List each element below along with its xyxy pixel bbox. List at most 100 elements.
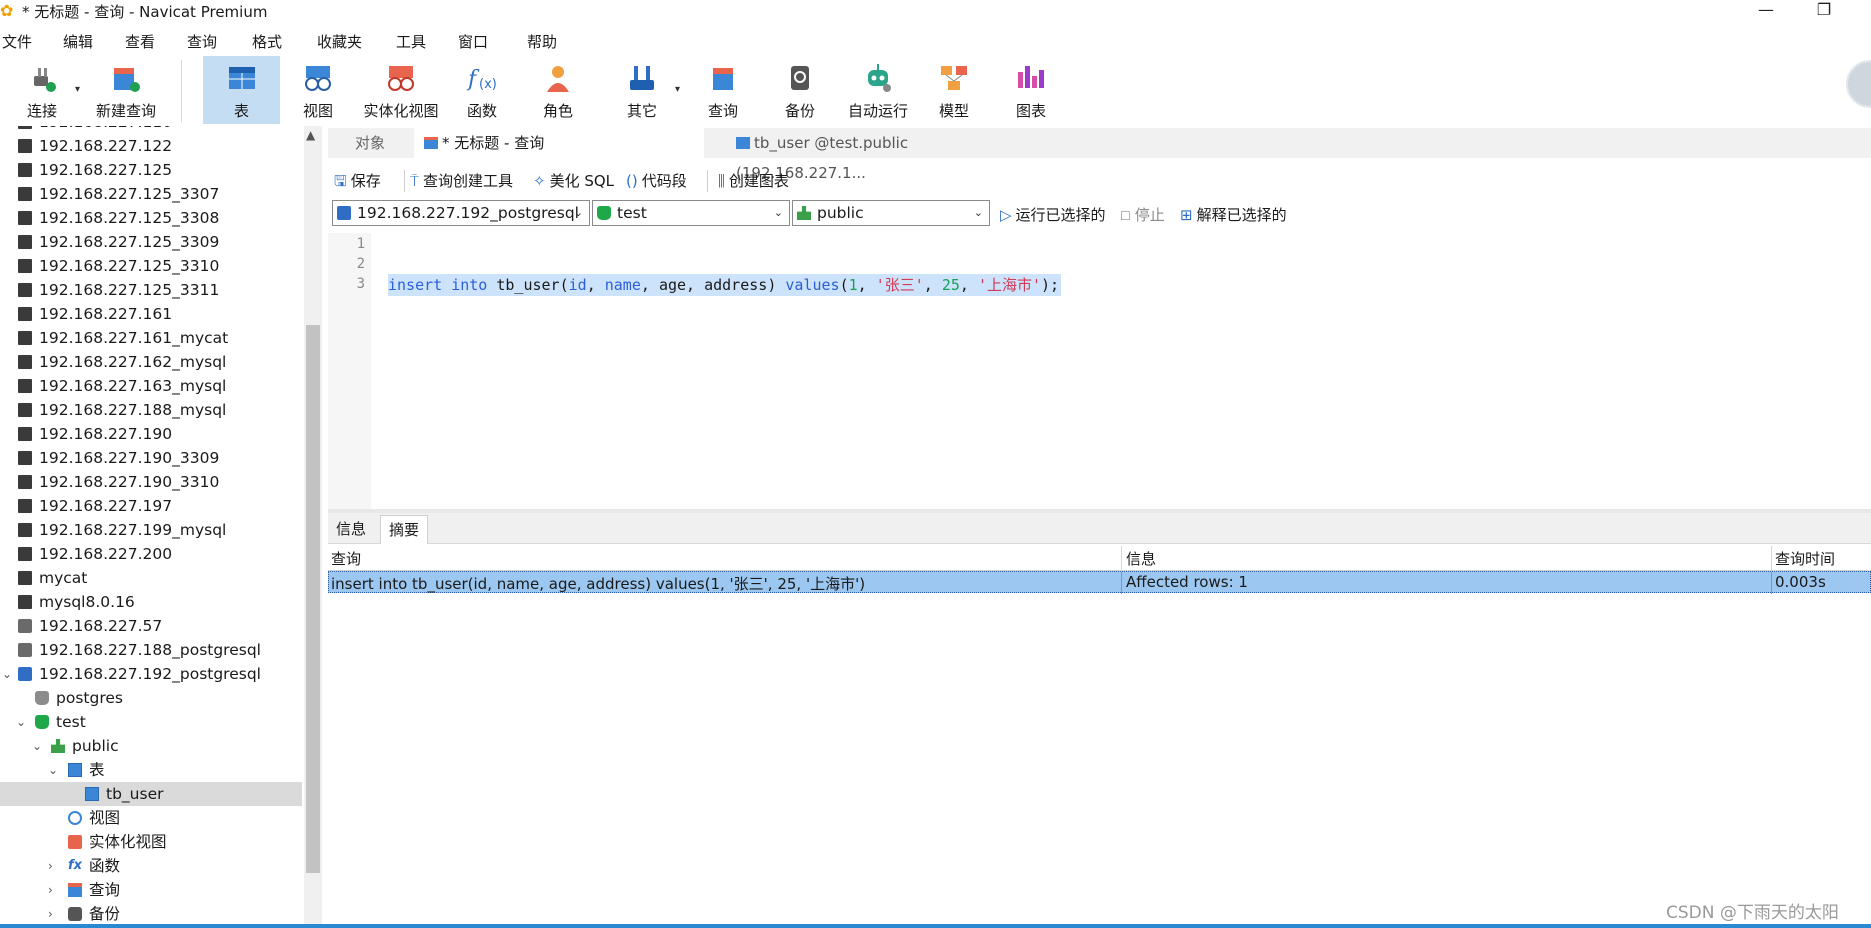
tab-info[interactable]: 信息 xyxy=(328,515,374,543)
tree-item-connection-open[interactable]: ⌄ 192.168.227.192_postgresql xyxy=(0,662,302,686)
chevron-down-icon[interactable]: ⌄ xyxy=(48,758,58,782)
scroll-up-icon[interactable]: ▲ xyxy=(306,128,315,142)
chevron-right-icon[interactable]: › xyxy=(48,878,53,902)
menu-format[interactable]: 格式 xyxy=(252,31,282,52)
other-button[interactable]: 其它 xyxy=(620,56,664,124)
tab-tb-user[interactable]: tb_user @test.public (192.168.227.1... xyxy=(724,128,1042,182)
tree-item-backups-folder[interactable]: › 备份 xyxy=(0,902,302,926)
query-builder-button[interactable]: ⍑ 查询创建工具 xyxy=(410,170,513,191)
tree-item-mviews-folder[interactable]: 实体化视图 xyxy=(0,830,302,854)
grid-cell[interactable]: Affected rows: 1 xyxy=(1126,573,1248,591)
code-snippet-button[interactable]: () 代码段 xyxy=(626,170,687,191)
auto-run-button[interactable]: 自动运行 xyxy=(846,56,910,124)
save-button[interactable]: 🖫 保存 xyxy=(334,170,381,196)
menu-favorites[interactable]: 收藏夹 xyxy=(317,31,362,52)
role-button[interactable]: 角色 xyxy=(536,56,580,124)
tree-item-connection[interactable]: 192.168.227.163_mysql xyxy=(0,374,302,398)
menu-edit[interactable]: 编辑 xyxy=(63,31,93,52)
schema-select[interactable]: public ⌄ xyxy=(792,200,990,226)
menu-query[interactable]: 查询 xyxy=(187,31,217,52)
column-header[interactable]: 查询 xyxy=(331,548,361,569)
tree-item-connection[interactable]: 192.168.227.125_3308 xyxy=(0,206,302,230)
model-button[interactable]: 模型 xyxy=(932,56,976,124)
function-button[interactable]: f (x) 函数 xyxy=(460,56,504,124)
tab-summary[interactable]: 摘要 xyxy=(380,515,429,544)
tree-item-connection[interactable]: 192.168.227.161_mycat xyxy=(0,326,302,350)
table-button[interactable]: 表 xyxy=(203,56,280,124)
backup-button[interactable]: 备份 xyxy=(778,56,822,124)
tree-item-functions-folder[interactable]: › fx 函数 xyxy=(0,854,302,878)
menu-view[interactable]: 查看 xyxy=(125,31,155,52)
explain-selected-button[interactable]: ⊞ 解释已选择的 xyxy=(1180,204,1287,225)
chevron-right-icon[interactable]: › xyxy=(48,854,53,878)
connect-dropdown-icon[interactable]: ▾ xyxy=(75,84,80,95)
tree-item-connection[interactable]: mycat xyxy=(0,566,302,590)
tree-item-connection[interactable]: 192.168.227.199_mysql xyxy=(0,518,302,542)
tree-item-connection[interactable]: 192.168.227.57 xyxy=(0,614,302,638)
tree-item-schema[interactable]: ⌄ public xyxy=(0,734,302,758)
query-button[interactable]: 查询 xyxy=(701,56,745,124)
other-dropdown-icon[interactable]: ▾ xyxy=(675,84,680,95)
sql-editor[interactable]: 1 2 3 insert into tb_user(id, name, age,… xyxy=(328,233,1871,509)
menu-help[interactable]: 帮助 xyxy=(527,31,557,52)
tree-item-connection[interactable]: mysql8.0.16 xyxy=(0,590,302,614)
connect-button[interactable]: 连接 xyxy=(14,56,70,124)
result-grid: 查询 信息 查询时间 insert into tb_user(id, name,… xyxy=(328,546,1871,928)
grid-cell[interactable]: 0.003s xyxy=(1775,573,1826,591)
menu-tools[interactable]: 工具 xyxy=(396,31,426,52)
menu-window[interactable]: 窗口 xyxy=(458,31,488,52)
tree-item-database-open[interactable]: ⌄ test xyxy=(0,710,302,734)
run-selected-button[interactable]: ▷ 运行已选择的 xyxy=(1000,204,1106,225)
connection-select[interactable]: 192.168.227.192_postgresql ⌄ xyxy=(332,200,590,226)
tab-objects[interactable]: 对象 xyxy=(328,128,412,158)
tree-item-connection[interactable]: 192.168.227.188_mysql xyxy=(0,398,302,422)
column-header[interactable]: 查询时间 xyxy=(1775,548,1835,569)
new-query-button[interactable]: 新建查询 xyxy=(90,56,162,124)
beautify-sql-button[interactable]: ✧ 美化 SQL xyxy=(533,170,614,191)
restore-button[interactable]: ❐ xyxy=(1804,0,1844,22)
tree-item-connection[interactable]: 192.168.227.162_mysql xyxy=(0,350,302,374)
column-divider[interactable] xyxy=(1771,546,1772,570)
tree-item-connection[interactable]: 192.168.227.188_postgresql xyxy=(0,638,302,662)
tree-item-connection[interactable]: 192.168.227.200 xyxy=(0,542,302,566)
chevron-down-icon[interactable]: ⌄ xyxy=(2,662,12,686)
table-row[interactable]: insert into tb_user(id, name, age, addre… xyxy=(328,571,1871,594)
postgresql-icon xyxy=(18,643,32,657)
sql-code-line[interactable]: insert into tb_user(id, name, age, addre… xyxy=(388,274,1062,296)
tree-item-connection[interactable]: 192.168.227.122 xyxy=(0,134,302,158)
tree-item-connection[interactable]: 192.168.227.125_3310 xyxy=(0,254,302,278)
chevron-right-icon[interactable]: › xyxy=(48,902,53,926)
tree-item-table[interactable]: tb_user xyxy=(0,782,302,806)
tree-item-views-folder[interactable]: 视图 xyxy=(0,806,302,830)
chevron-down-icon[interactable]: ⌄ xyxy=(32,734,42,758)
create-chart-button[interactable]: ⫼ 创建图表 xyxy=(718,170,789,191)
menu-file[interactable]: 文件 xyxy=(2,31,32,52)
chevron-down-icon[interactable]: ⌄ xyxy=(16,710,26,734)
tree-item-connection[interactable]: 192.168.227.125 xyxy=(0,158,302,182)
tree-item-tables-folder[interactable]: ⌄ 表 xyxy=(0,758,302,782)
materialized-view-button[interactable]: 实体化视图 xyxy=(360,56,442,124)
stop-button[interactable]: ☐ 停止 xyxy=(1120,204,1165,225)
connection-icon xyxy=(18,331,32,345)
tree-item-connection[interactable]: 192.168.227.125_3309 xyxy=(0,230,302,254)
grid-cell[interactable]: insert into tb_user(id, name, age, addre… xyxy=(331,573,865,594)
tree-item-connection[interactable]: 192.168.227.161 xyxy=(0,302,302,326)
tree-item-connection[interactable]: 192.168.227.190 xyxy=(0,422,302,446)
sidebar-scrollbar-thumb[interactable] xyxy=(306,325,320,873)
tree-item-connection[interactable]: 192.168.227.197 xyxy=(0,494,302,518)
minimize-button[interactable]: — xyxy=(1746,0,1786,22)
tree-item-connection[interactable]: 192.168.227.125_3311 xyxy=(0,278,302,302)
tree-item-queries-folder[interactable]: › 查询 xyxy=(0,878,302,902)
column-divider[interactable] xyxy=(1121,546,1122,570)
chart-button[interactable]: 图表 xyxy=(1009,56,1053,124)
tab-untitled-query[interactable]: * 无标题 - 查询 xyxy=(414,128,704,158)
database-icon xyxy=(597,206,611,220)
tree-item-connection[interactable]: 192.168.227.190_3310 xyxy=(0,470,302,494)
tree-item-connection[interactable]: 192.168.227.190_3309 xyxy=(0,446,302,470)
column-header[interactable]: 信息 xyxy=(1126,548,1156,569)
database-select[interactable]: test ⌄ xyxy=(592,200,790,226)
tree-item-connection[interactable]: 192.168.227.125_3307 xyxy=(0,182,302,206)
view-button[interactable]: 视图 xyxy=(296,56,340,124)
tree-item-connection[interactable]: 192.168.227.110 xyxy=(0,126,302,134)
tree-item-database[interactable]: postgres xyxy=(0,686,302,710)
